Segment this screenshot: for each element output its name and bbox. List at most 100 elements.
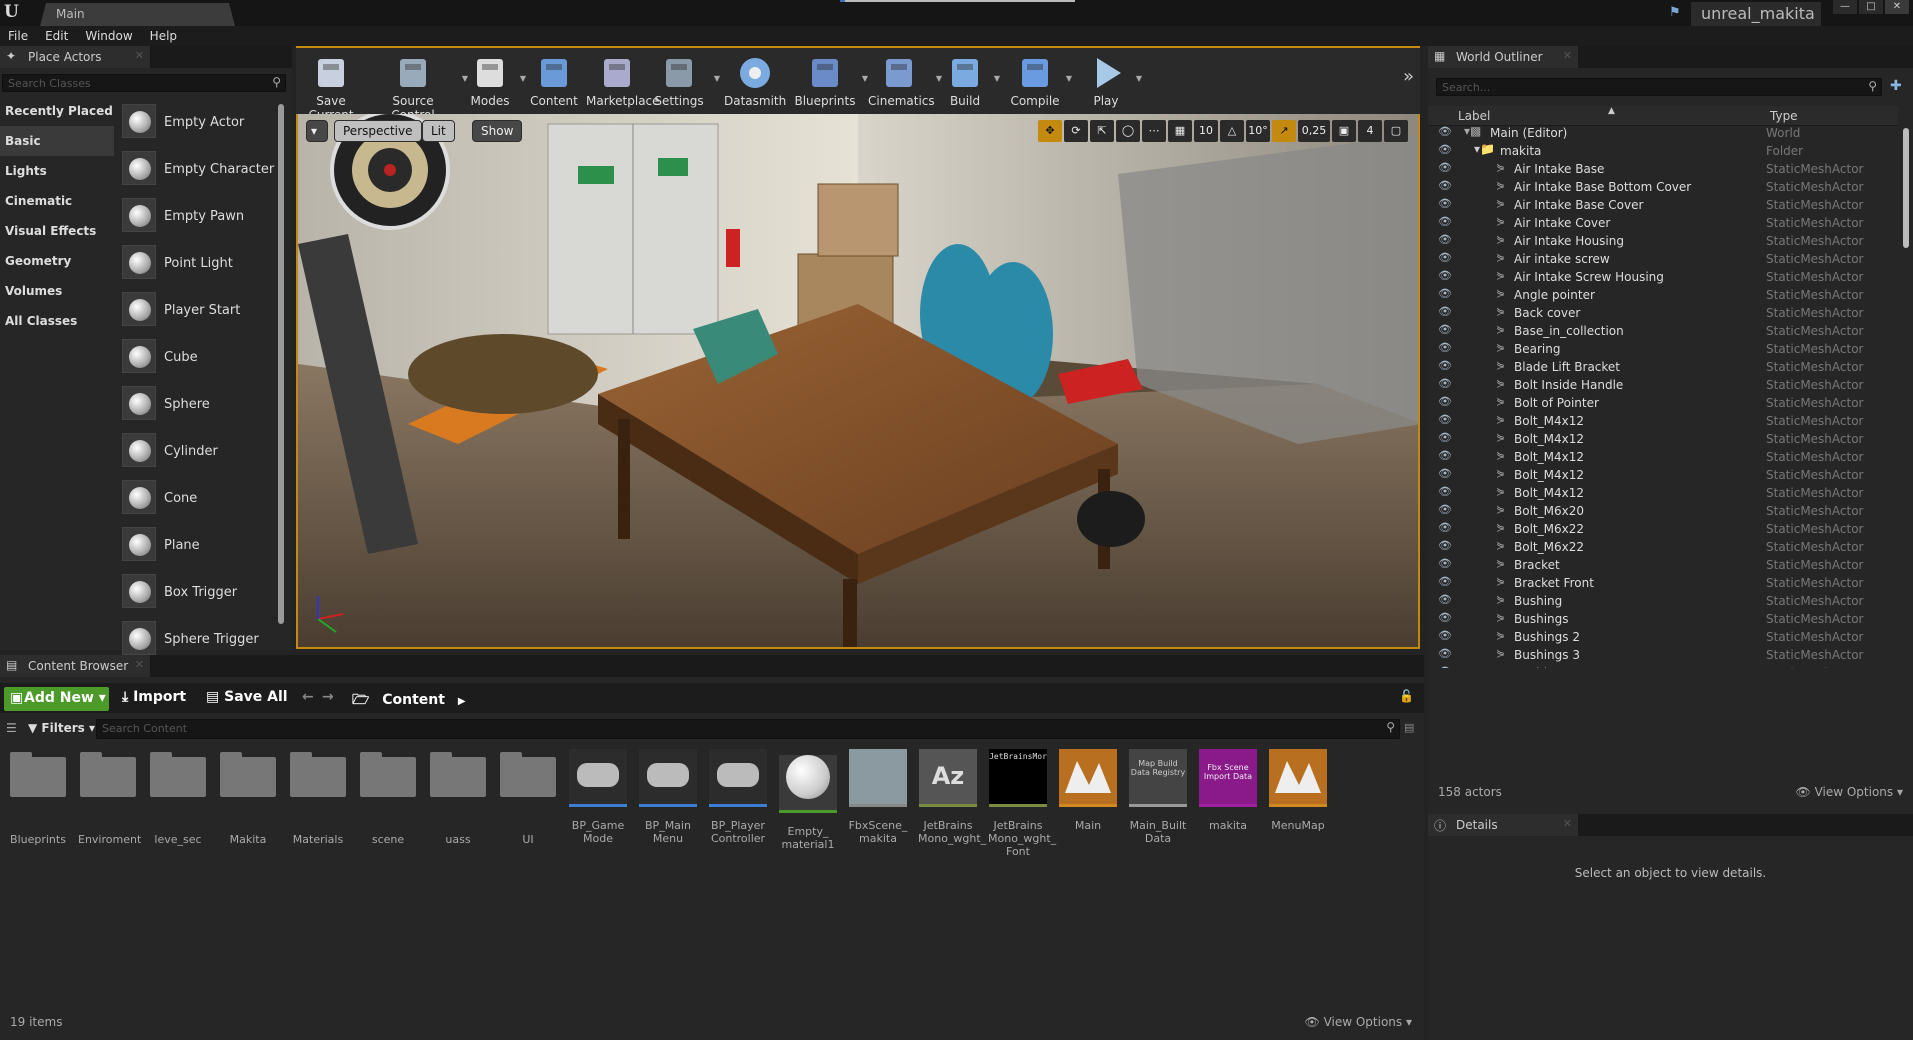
asset-makita[interactable]: Fbx Scene Import Data makita — [1198, 749, 1258, 832]
source-control-button[interactable]: Source Control▼ — [370, 50, 468, 122]
column-type[interactable]: Type — [1770, 109, 1798, 123]
lit-button[interactable]: Lit — [422, 120, 455, 142]
outliner-row[interactable]: 👁 ▾▩ Main (Editor) World — [1428, 124, 1898, 142]
outliner-row[interactable]: 👁 ⋟ Blade Lift Bracket StaticMeshActor — [1428, 358, 1898, 376]
scale-icon[interactable]: ⇱ — [1090, 120, 1114, 142]
asset-main_built-data[interactable]: Map Build Data Registry Main_Built Data — [1128, 749, 1188, 845]
asset-enviroment[interactable]: Enviroment — [78, 749, 141, 846]
outliner-row[interactable]: 👁 ⋟ Bushings 2 StaticMeshActor — [1428, 628, 1898, 646]
visibility-eye-icon[interactable]: 👁 — [1438, 539, 1452, 553]
outliner-row[interactable]: 👁 ⋟ Bracket StaticMeshActor — [1428, 556, 1898, 574]
actor-item-plane[interactable]: Plane — [118, 523, 283, 570]
actor-item-cone[interactable]: Cone — [118, 476, 283, 523]
outliner-row[interactable]: 👁 ⋟ Bearing StaticMeshActor — [1428, 340, 1898, 358]
category-all-classes[interactable]: All Classes — [0, 306, 114, 336]
outliner-row[interactable]: 👁 ⋟ Bolt_M4x12 StaticMeshActor — [1428, 466, 1898, 484]
perspective-button[interactable]: Perspective — [334, 120, 422, 142]
settings-button[interactable]: Settings ▼ — [650, 50, 720, 112]
outliner-row[interactable]: 👁 ⋟ Bolt of Pointer StaticMeshActor — [1428, 394, 1898, 412]
outliner-row[interactable]: 👁 ⋟ Angle pointer StaticMeshActor — [1428, 286, 1898, 304]
visibility-eye-icon[interactable]: 👁 — [1438, 305, 1452, 319]
visibility-eye-icon[interactable]: 👁 — [1438, 143, 1452, 157]
build-button[interactable]: Build ▼ — [942, 50, 1000, 112]
visibility-eye-icon[interactable]: 👁 — [1438, 431, 1452, 445]
details-tab[interactable]: ⓘ Details ✕ — [1428, 814, 1578, 836]
outliner-row[interactable]: 👁 ⋟ Bushings StaticMeshActor — [1428, 610, 1898, 628]
menu-edit[interactable]: Edit — [37, 26, 77, 46]
visibility-eye-icon[interactable]: 👁 — [1438, 413, 1452, 427]
visibility-eye-icon[interactable]: 👁 — [1438, 665, 1452, 668]
close-tab-icon[interactable]: ✕ — [135, 49, 144, 62]
asset-makita[interactable]: Makita — [218, 749, 278, 846]
close-tab-icon[interactable]: ✕ — [1563, 49, 1572, 62]
outliner-row[interactable]: 👁 ⋟ Bushing StaticMeshActor — [1428, 592, 1898, 610]
dropdown-arrow-icon[interactable]: ▼ — [1066, 74, 1072, 83]
visibility-eye-icon[interactable]: 👁 — [1438, 269, 1452, 283]
cinematics-button[interactable]: Cinematics ▼ — [868, 50, 942, 112]
blueprints-button[interactable]: Blueprints ▼ — [794, 50, 868, 112]
actor-item-empty-character[interactable]: Empty Character — [118, 147, 283, 194]
close-tab-icon[interactable]: ✕ — [1563, 817, 1572, 830]
asset-jetbrains-mono_wght_-font[interactable]: JetBrainsMor JetBrains Mono_wght_ Font — [988, 749, 1056, 858]
outliner-row[interactable]: 👁 ⋟ Air Intake Base Cover StaticMeshActor — [1428, 196, 1898, 214]
actor-item-empty-pawn[interactable]: Empty Pawn — [118, 194, 283, 241]
path-breadcrumb[interactable]: 🗁 Content ▶ — [352, 689, 466, 713]
minimize-button[interactable]: — — [1833, 0, 1857, 14]
surface-snap-icon[interactable]: ⋯ — [1142, 120, 1166, 142]
visibility-eye-icon[interactable]: 👁 — [1438, 287, 1452, 301]
scale-snap-icon[interactable]: ↗ — [1272, 120, 1296, 142]
visibility-eye-icon[interactable]: 👁 — [1438, 395, 1452, 409]
camera-speed-icon[interactable]: ▣ — [1332, 120, 1356, 142]
import-button[interactable]: ⤓ Import — [122, 689, 186, 705]
outliner-row[interactable]: 👁 ⋟ Base_in_collection StaticMeshActor — [1428, 322, 1898, 340]
lock-icon[interactable]: 🔓 — [1399, 689, 1414, 703]
outliner-search-input[interactable]: Search... ⚲ — [1436, 78, 1882, 96]
viewport-options-button[interactable]: ▾ — [306, 120, 328, 142]
outliner-row[interactable]: 👁 ⋟ Bushings 3 StaticMeshActor — [1428, 646, 1898, 664]
visibility-eye-icon[interactable]: 👁 — [1438, 323, 1452, 337]
translate-icon[interactable]: ✥ — [1038, 120, 1062, 142]
actor-item-point-light[interactable]: Point Light — [118, 241, 283, 288]
visibility-eye-icon[interactable]: 👁 — [1438, 449, 1452, 463]
actor-item-empty-actor[interactable]: Empty Actor — [118, 100, 283, 147]
visibility-eye-icon[interactable]: 👁 — [1438, 503, 1452, 517]
visibility-eye-icon[interactable]: 👁 — [1438, 251, 1452, 265]
outliner-row[interactable]: 👁 ⋟ Air intake screw StaticMeshActor — [1428, 250, 1898, 268]
outliner-row[interactable]: 👁 ⋟ Bushings 4 StaticMeshActor — [1428, 664, 1898, 668]
visibility-eye-icon[interactable]: 👁 — [1438, 485, 1452, 499]
marketplace-button[interactable]: Marketplace — [586, 50, 660, 112]
asset-main[interactable]: Main — [1058, 749, 1118, 832]
outliner-row[interactable]: 👁 ⋟ Back cover StaticMeshActor — [1428, 304, 1898, 322]
add-actor-icon[interactable]: ✚ — [1890, 78, 1902, 94]
visibility-eye-icon[interactable]: 👁 — [1438, 125, 1452, 139]
content-button[interactable]: Content — [530, 50, 578, 112]
camera-speed-value[interactable]: 4 — [1358, 120, 1382, 142]
asset-empty_-material1[interactable]: Empty_ material1 — [778, 749, 838, 851]
outliner-row[interactable]: 👁 ⋟ Bolt Inside Handle StaticMeshActor — [1428, 376, 1898, 394]
asset-scene[interactable]: scene — [358, 749, 418, 846]
menu-window[interactable]: Window — [77, 26, 141, 46]
outliner-view-options[interactable]: 👁 View Options ▾ — [1796, 785, 1904, 799]
outliner-row[interactable]: 👁 ⋟ Bolt_M6x22 StaticMeshActor — [1428, 520, 1898, 538]
actor-item-player-start[interactable]: Player Start — [118, 288, 283, 335]
maximize-button[interactable]: □ — [1859, 0, 1883, 14]
visibility-eye-icon[interactable]: 👁 — [1438, 647, 1452, 661]
visibility-eye-icon[interactable]: 👁 — [1438, 161, 1452, 175]
outliner-row[interactable]: 👁 ⋟ Air Intake Cover StaticMeshActor — [1428, 214, 1898, 232]
world-local-icon[interactable]: ◯ — [1116, 120, 1140, 142]
asset-uass[interactable]: uass — [428, 749, 488, 846]
asset-leve_sec[interactable]: leve_sec — [148, 749, 208, 846]
category-visual-effects[interactable]: Visual Effects — [0, 216, 114, 246]
visibility-eye-icon[interactable]: 👁 — [1438, 215, 1452, 229]
visibility-eye-icon[interactable]: 👁 — [1438, 377, 1452, 391]
play-button[interactable]: Play ▼ — [1082, 50, 1142, 112]
asset-jetbrains-mono_wght_[interactable]: Az JetBrains Mono_wght_ — [918, 749, 986, 845]
search-classes-input[interactable]: Search Classes ⚲ — [2, 74, 286, 92]
place-actors-tab[interactable]: ✦ Place Actors ✕ — [0, 46, 150, 68]
outliner-row[interactable]: 👁 ⋟ Bolt_M4x12 StaticMeshActor — [1428, 484, 1898, 502]
visibility-eye-icon[interactable]: 👁 — [1438, 197, 1452, 211]
category-volumes[interactable]: Volumes — [0, 276, 114, 306]
visibility-eye-icon[interactable]: 👁 — [1438, 179, 1452, 193]
dropdown-arrow-icon[interactable]: ▼ — [994, 74, 1000, 83]
level-tab[interactable]: Main — [40, 3, 235, 26]
